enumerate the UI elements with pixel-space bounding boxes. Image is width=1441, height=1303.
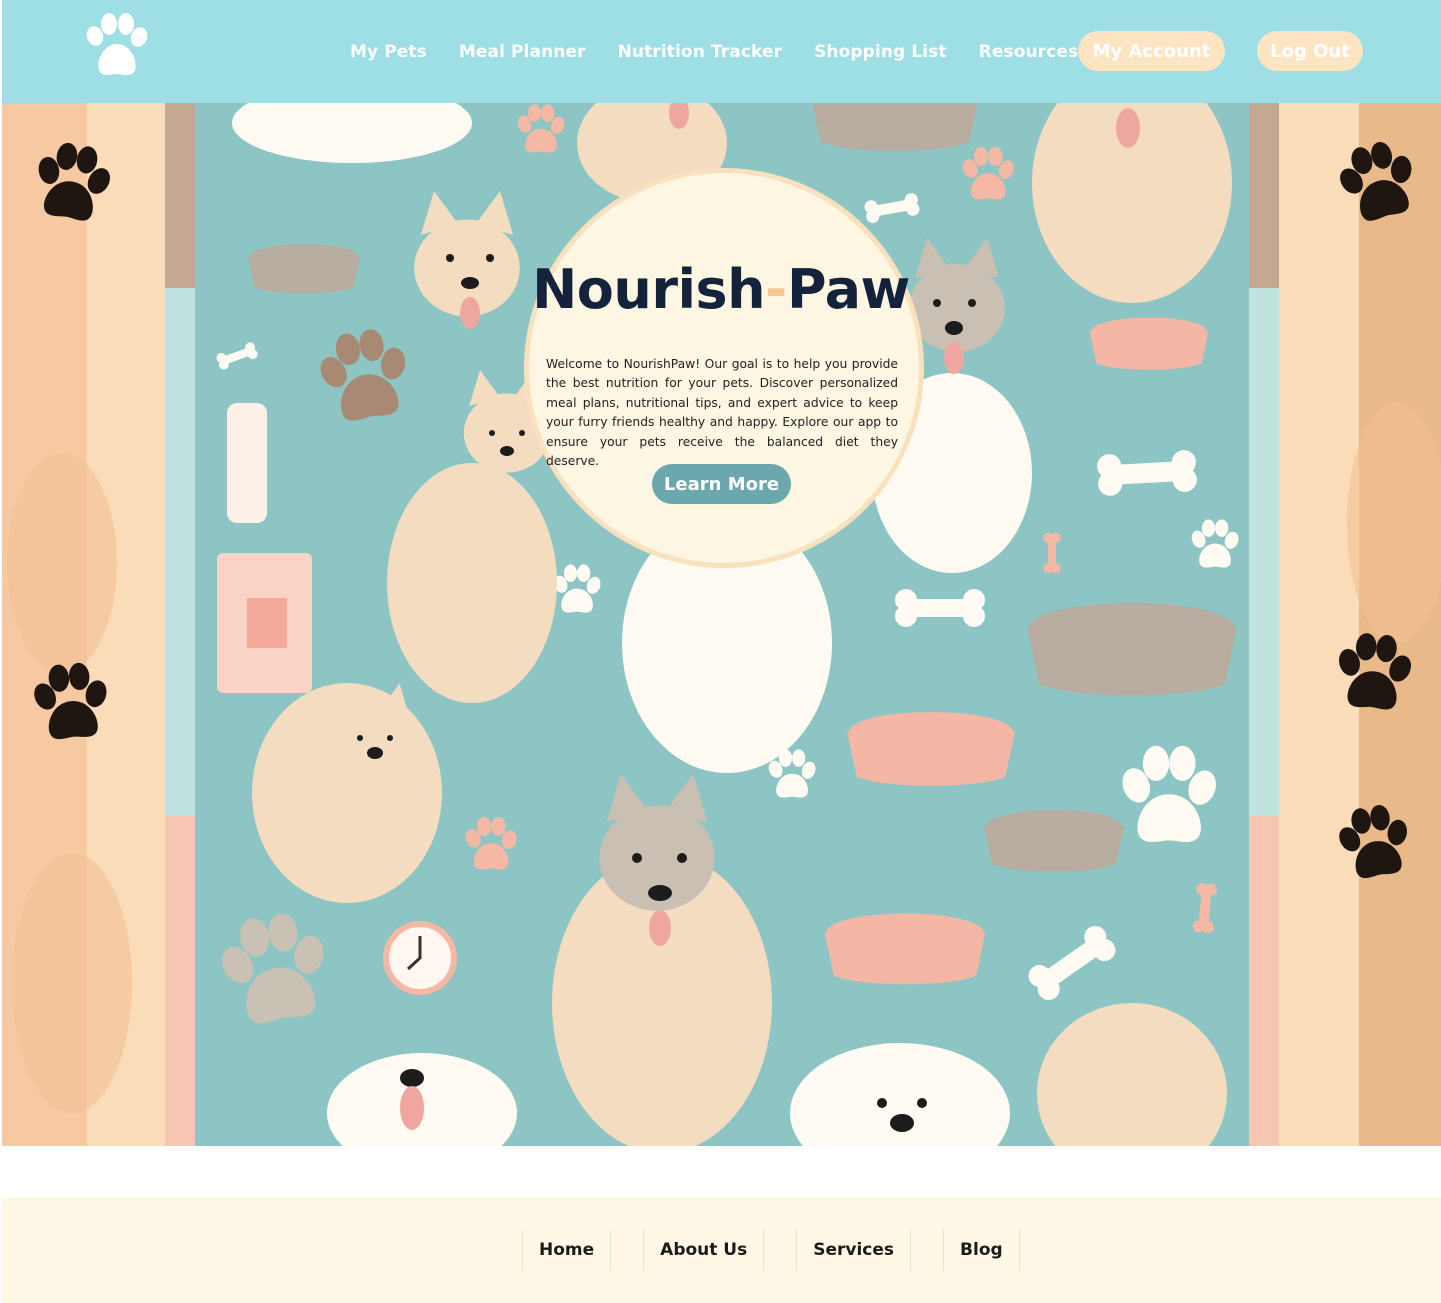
hero-title: Nourish-Paw [520, 258, 922, 321]
footer-link-services[interactable]: Services [796, 1229, 912, 1271]
footer-link-home[interactable]: Home [522, 1229, 612, 1271]
hero-intro-text: Welcome to NourishPaw! Our goal is to he… [546, 357, 898, 469]
footer-nav: Home About Us Services Blog [522, 1229, 1020, 1271]
title-dash: - [765, 258, 787, 321]
learn-more-button[interactable]: Learn More [652, 464, 791, 504]
nav-resources[interactable]: Resources [979, 42, 1079, 62]
paw-logo-icon[interactable] [82, 12, 150, 80]
nav-nutrition-tracker[interactable]: Nutrition Tracker [618, 42, 782, 62]
nav-shopping-list[interactable]: Shopping List [814, 42, 947, 62]
main-nav: My Pets Meal Planner Nutrition Tracker S… [350, 0, 1078, 103]
footer: Home About Us Services Blog [2, 1197, 1441, 1303]
nav-my-pets[interactable]: My Pets [350, 42, 427, 62]
log-out-button[interactable]: Log Out [1257, 31, 1363, 71]
nav-meal-planner[interactable]: Meal Planner [459, 42, 586, 62]
footer-link-about-us[interactable]: About Us [643, 1229, 765, 1271]
top-navbar: My Pets Meal Planner Nutrition Tracker S… [2, 0, 1441, 103]
title-part2: Paw [786, 258, 910, 321]
title-part1: Nourish [532, 258, 766, 321]
footer-link-blog[interactable]: Blog [943, 1229, 1020, 1271]
my-account-button[interactable]: My Account [1078, 31, 1225, 71]
